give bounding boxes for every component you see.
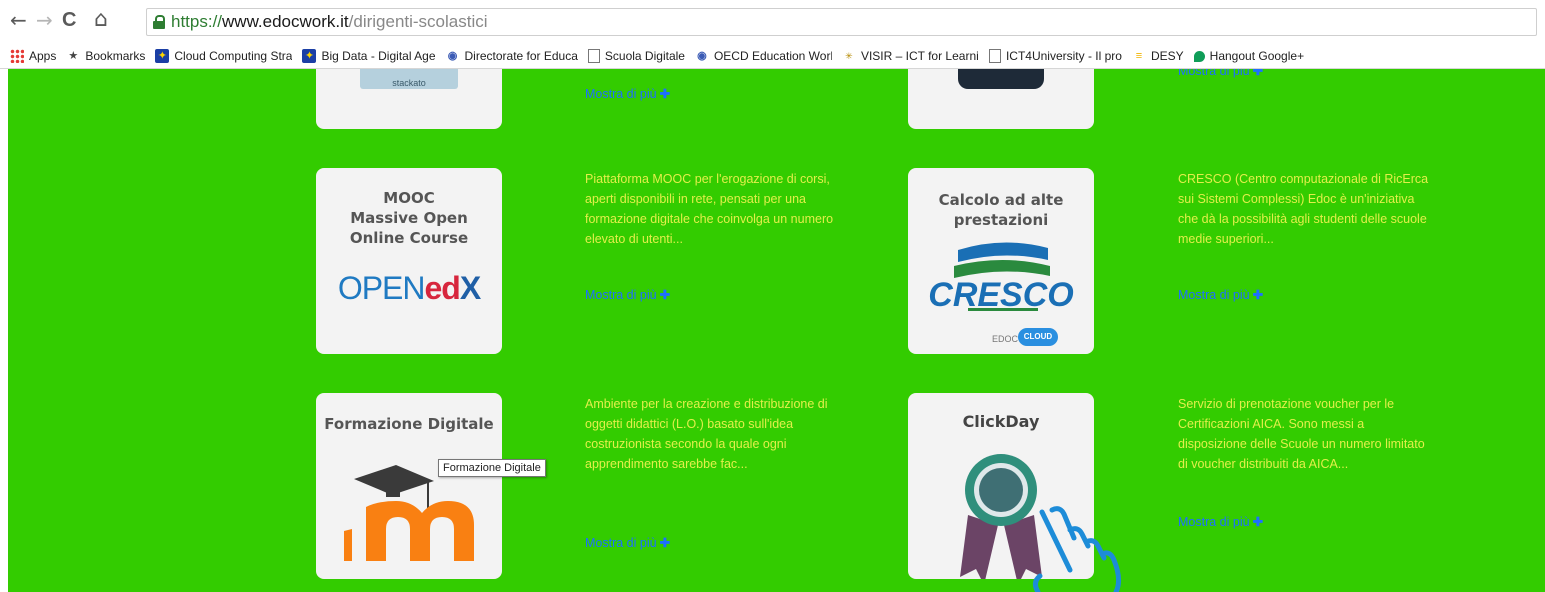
page-icon [988,49,1001,63]
lock-icon [153,15,165,29]
back-button[interactable]: ← [10,8,27,32]
address-bar[interactable]: https://www.edocwork.it/dirigenti-scolas… [146,8,1537,36]
hangouts-icon [1193,50,1205,62]
forward-button[interactable]: → [36,8,53,32]
clickday-description: Servizio di prenotazione voucher per le … [1178,397,1425,471]
apps-grid-icon [10,49,24,63]
more-link-formazione[interactable]: Mostra di più ✚ [585,535,670,550]
formazione-description: Ambiente per la creazione e distribuzion… [585,397,828,471]
home-button[interactable]: ⌂ [94,8,108,32]
bookmark-apps[interactable]: Apps [10,49,56,63]
more-link-row0-left[interactable]: Mostra di più ✚ [585,86,670,101]
url-text[interactable]: https://www.edocwork.it/dirigenti-scolas… [171,12,488,32]
bookmark-big-data[interactable]: ✦ Big Data - Digital Age [302,49,436,63]
bookmark-directorate[interactable]: ◉ Directorate for Educa [446,49,578,63]
stackato-logo: stackato [360,69,458,89]
bookmark-scuola-digitale[interactable]: Scuola Digitale [587,49,685,63]
eu-flag-icon: ✦ [302,49,317,63]
oecd-icon: ◉ [447,50,458,62]
more-link-cresco[interactable]: Mostra di più ✚ [1178,287,1263,302]
openedx-logo: OPENedX [337,270,481,306]
more-link-clickday[interactable]: Mostra di più ✚ [1178,514,1263,529]
cloud-icon: CLOUD [1018,328,1058,346]
bookmark-ict4university[interactable]: ICT4University - Il pro [988,49,1122,63]
star-icon: ★ [68,50,79,62]
oecd-icon: ◉ [697,50,707,62]
cresco-description: CRESCO (Centro computazionale di RicErca… [1178,172,1429,246]
page-content: stackato Mostra di più ✚ Mostra di più ✚ M… [8,69,1545,592]
browser-toolbar: ← → C ⌂ https://www.edocwork.it/dirigent… [0,0,1545,44]
visir-icon: ✳ [845,51,853,61]
mooc-description: Piattaforma MOOC per l'erogazione di cor… [585,172,834,246]
card-stackato[interactable]: stackato [316,69,502,129]
cresco-title: Calcolo ad alte prestazioni [938,191,1064,229]
bookmark-visir[interactable]: ✳ VISIR – ICT for Learnin [842,49,979,63]
desy-icon: ≡ [1135,50,1143,62]
bookmark-hangout[interactable]: Hangout Google+ [1193,49,1304,63]
bookmarks-bar: Apps ★ Bookmarks ✦ Cloud Computing Stra ✦ B… [0,44,1545,69]
row0-right-logo [958,69,1044,89]
card-formazione[interactable]: Formazione Digitale [316,393,502,579]
bookmark-desy[interactable]: ≡ DESY [1132,49,1184,63]
more-link-mooc[interactable]: Mostra di più ✚ [585,287,670,302]
mooc-title: MOOC Massive Open Online Course [349,189,469,247]
card-mooc[interactable]: MOOC Massive Open Online Course OPENedX [316,168,502,354]
card-row0-right[interactable] [908,69,1094,129]
more-link-row0-right[interactable]: Mostra di più ✚ [1178,69,1263,78]
card-cresco[interactable]: Calcolo ad alte prestazioni CRESCO EDOC … [908,168,1094,354]
reload-button[interactable]: C [62,8,76,32]
bookmark-cloud-computing[interactable]: ✦ Cloud Computing Stra [155,49,292,63]
cresco-edoc-text: EDOC [992,334,1019,344]
clickday-title: ClickDay [962,412,1040,431]
formazione-title: Formazione Digitale [324,415,494,433]
tooltip: Formazione Digitale [438,459,546,477]
hand-cursor-icon [1032,506,1122,592]
bookmark-oecd-education[interactable]: ◉ OECD Education Worl [695,49,832,63]
eu-flag-icon: ✦ [155,49,170,63]
page-icon [587,49,600,63]
bookmark-bookmarks[interactable]: ★ Bookmarks [66,49,145,63]
